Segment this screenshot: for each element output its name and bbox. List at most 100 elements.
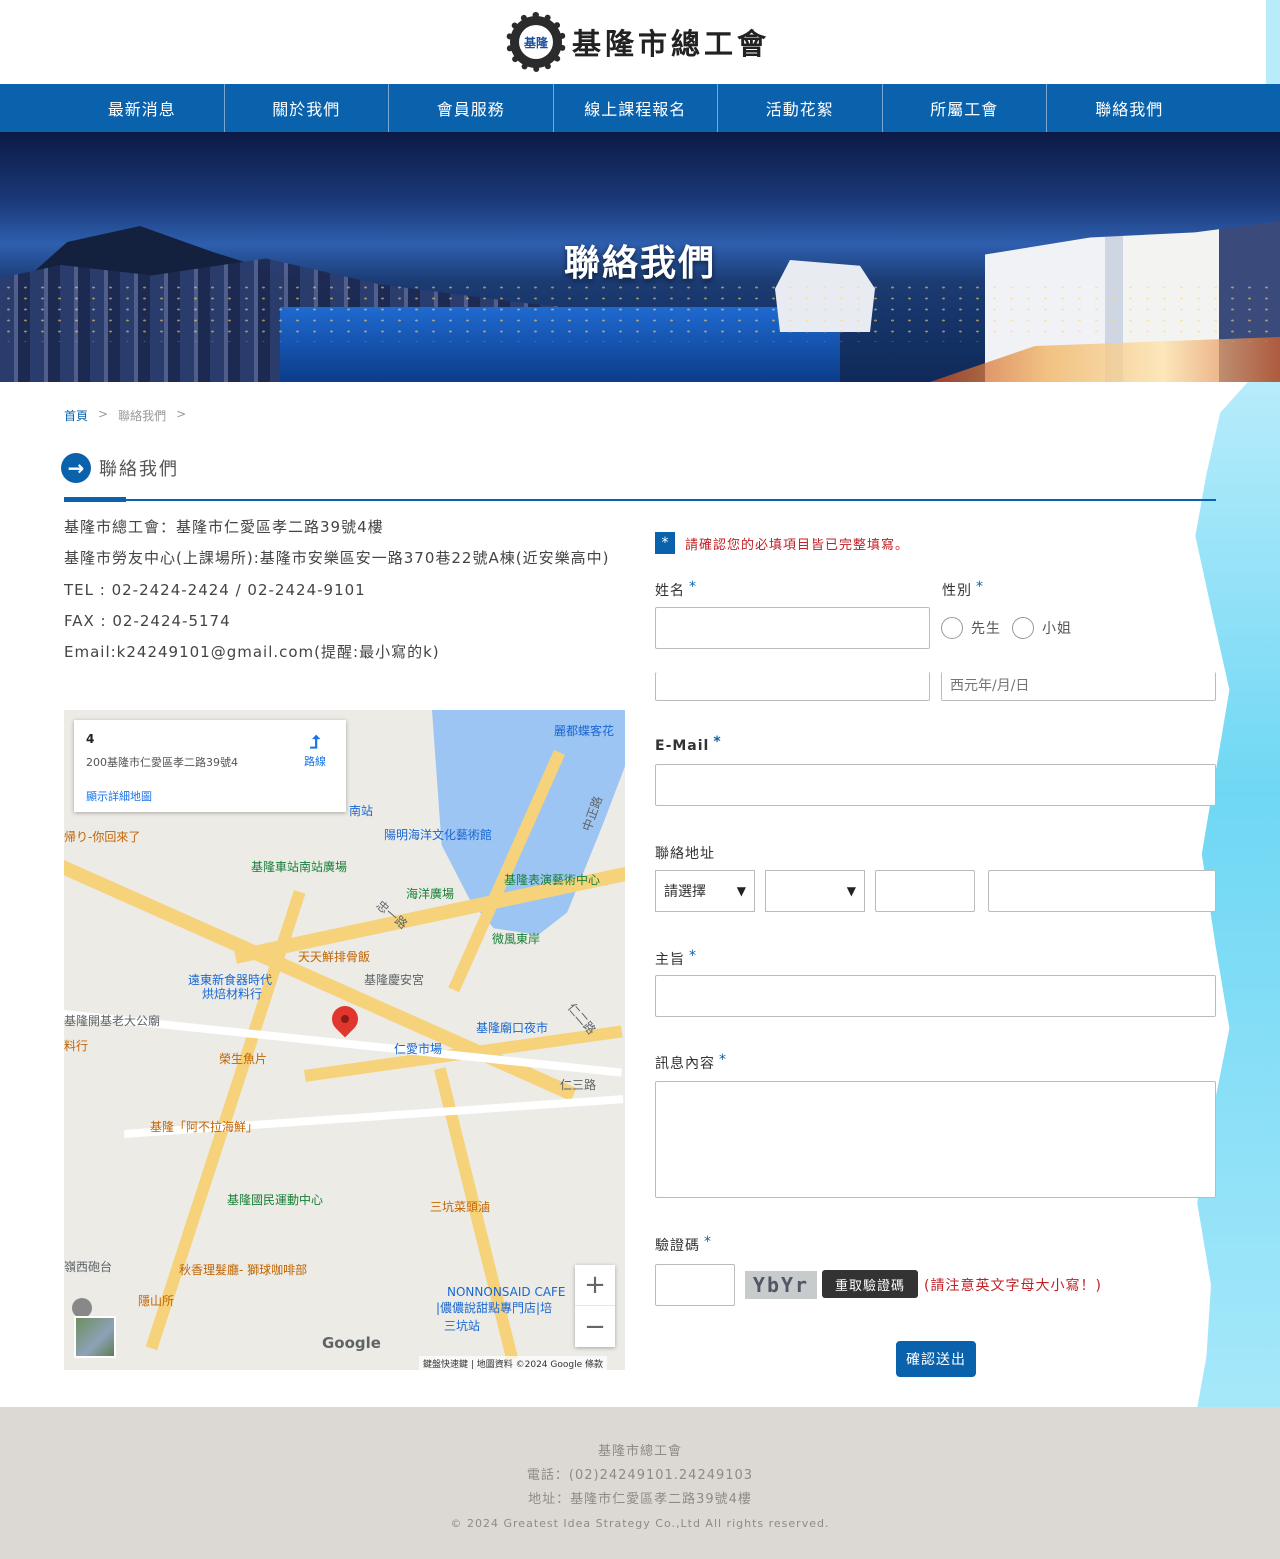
info-tel: TEL : 02-2424-2424 / 02-2424-9101 bbox=[64, 580, 366, 599]
nav-item-news[interactable]: 最新消息 bbox=[60, 84, 225, 132]
site-title[interactable]: 基隆市總工會 bbox=[572, 21, 770, 63]
gender-option-female[interactable]: 小姐 bbox=[1012, 617, 1072, 639]
map-label: 嶺西砲台 bbox=[64, 1260, 113, 1274]
captcha-image: YbYr bbox=[745, 1271, 817, 1299]
nav-item-unions[interactable]: 所屬工會 bbox=[883, 84, 1047, 132]
zoom-in-button[interactable]: + bbox=[575, 1265, 615, 1306]
section-heading: → 聯絡我們 bbox=[61, 453, 179, 483]
footer-address: 地址：基隆市仁愛區孝二路39號4樓 bbox=[528, 1492, 752, 1507]
street-address-field[interactable] bbox=[988, 870, 1216, 912]
map-label: 基隆廟口夜市 bbox=[476, 1021, 549, 1035]
phone-field[interactable] bbox=[655, 672, 930, 701]
captcha-case-note: (請注意英文字母大小寫！) bbox=[924, 1278, 1102, 1294]
map-place-address: 200基隆市仁愛區孝二路39號4 bbox=[86, 756, 238, 769]
nav-item-about[interactable]: 關於我們 bbox=[225, 84, 389, 132]
radio-circle[interactable] bbox=[1012, 617, 1034, 639]
map-place-card: 4 200基隆市仁愛區孝二路39號4 顯示詳細地圖 ⮥ 路線 bbox=[74, 720, 346, 812]
map-label: 榮生魚片 bbox=[219, 1052, 268, 1066]
gender-label: 性別 * bbox=[942, 579, 984, 600]
map-satellite-toggle[interactable] bbox=[74, 1316, 116, 1358]
captcha-field[interactable] bbox=[655, 1264, 735, 1306]
name-label-text: 姓名 bbox=[655, 583, 685, 599]
map-attribution[interactable]: 鍵盤快速鍵 | 地圖資料 ©2024 Google 條款 bbox=[419, 1356, 607, 1370]
street-view-pegman-icon[interactable] bbox=[72, 1298, 92, 1318]
refresh-captcha-button[interactable]: 重取驗證碼 bbox=[822, 1270, 918, 1298]
google-map[interactable]: 4 200基隆市仁愛區孝二路39號4 顯示詳細地圖 ⮥ 路線 麗都蝶客花 南站 … bbox=[64, 710, 625, 1370]
nav-item-gallery[interactable]: 活動花絮 bbox=[718, 84, 883, 132]
map-label: 麗都蝶客花 bbox=[554, 724, 615, 738]
section-divider bbox=[64, 499, 1216, 501]
map-label: |儂儂說甜點專門店|培 bbox=[436, 1301, 553, 1315]
map-detail-link[interactable]: 顯示詳細地圖 bbox=[86, 788, 334, 804]
map-label: 天天鮮排骨飯 bbox=[298, 950, 371, 964]
map-zoom-controls: + − bbox=[575, 1265, 615, 1347]
banner-city-lights bbox=[0, 282, 1280, 342]
email-label: E-Mail * bbox=[655, 734, 722, 754]
message-textarea[interactable] bbox=[655, 1081, 1216, 1198]
required-mark: * bbox=[689, 948, 697, 964]
email-field[interactable] bbox=[655, 764, 1216, 806]
required-notice-text: 請確認您的必填項目皆已完整填寫。 bbox=[685, 537, 910, 553]
gender-option-male[interactable]: 先生 bbox=[941, 617, 1001, 639]
map-label: 基隆開基老大公廟 bbox=[64, 1014, 161, 1028]
gender-option-label: 先生 bbox=[971, 621, 1001, 637]
site-header: 基隆 基隆市總工會 bbox=[0, 0, 1280, 84]
breadcrumb-home[interactable]: 首頁 bbox=[64, 407, 88, 424]
subject-label-text: 主旨 bbox=[655, 952, 685, 968]
map-label: NONNONSAID CAFE bbox=[447, 1285, 566, 1299]
map-label: 烘焙材料行 bbox=[202, 987, 263, 1001]
city-select-value: 請選擇 bbox=[664, 884, 706, 900]
map-directions-button[interactable]: ⮥ 路線 bbox=[298, 732, 332, 769]
required-mark: * bbox=[689, 579, 697, 595]
breadcrumb-separator: > bbox=[98, 407, 109, 421]
zoom-out-button[interactable]: − bbox=[575, 1306, 615, 1347]
directions-icon: ⮥ bbox=[309, 732, 321, 753]
top-wave-decoration bbox=[1266, 0, 1280, 84]
info-center-address: 基隆市勞友中心(上課場所):基隆市安樂區安一路370巷22號A棟(近安樂高中) bbox=[64, 549, 610, 568]
message-label: 訊息內容 * bbox=[655, 1052, 727, 1073]
zipcode-field[interactable] bbox=[875, 870, 975, 912]
breadcrumb-current: 聯絡我們 bbox=[118, 409, 167, 423]
breadcrumb: 首頁 > 聯絡我們 > bbox=[64, 407, 186, 424]
site-footer: 基隆市總工會 電話：(02)24249101.24249103 地址：基隆市仁愛… bbox=[0, 1407, 1280, 1559]
chevron-down-icon: ▼ bbox=[736, 884, 746, 898]
nav-item-course-signup[interactable]: 線上課程報名 bbox=[554, 84, 718, 132]
info-email: Email:k24249101@gmail.com(提醒:最小寫的k) bbox=[64, 643, 440, 661]
map-label: 基隆「阿不拉海鮮」 bbox=[150, 1120, 259, 1134]
name-label: 姓名 * bbox=[655, 579, 697, 600]
logo-gear-icon[interactable]: 基隆 bbox=[505, 12, 566, 72]
captcha-label-text: 驗證碼 bbox=[655, 1238, 700, 1254]
address-label: 聯絡地址 bbox=[655, 846, 715, 862]
map-label: 南站 bbox=[349, 804, 374, 818]
breadcrumb-separator: > bbox=[176, 407, 187, 421]
submit-button[interactable]: 確認送出 bbox=[896, 1341, 976, 1377]
map-label: 三坑菜頭滷 bbox=[430, 1200, 491, 1214]
radio-circle[interactable] bbox=[941, 617, 963, 639]
map-label: 三坑站 bbox=[444, 1319, 481, 1333]
gender-option-label: 小姐 bbox=[1042, 621, 1072, 637]
gender-label-text: 性別 bbox=[942, 583, 972, 599]
hero-banner: 聯絡我們 bbox=[0, 132, 1280, 382]
contact-info: 基隆市總工會：基隆市仁愛區孝二路39號4樓 基隆市勞友中心(上課場所):基隆市安… bbox=[64, 519, 624, 672]
city-select[interactable]: 請選擇 ▼ bbox=[655, 870, 755, 912]
email-label-text: E-Mail bbox=[655, 738, 710, 754]
district-select[interactable]: ▼ bbox=[765, 870, 865, 912]
map-place-title: 4 bbox=[86, 732, 95, 746]
map-directions-label: 路線 bbox=[304, 755, 326, 768]
required-star-icon: * bbox=[655, 532, 675, 554]
birthday-field[interactable] bbox=[941, 672, 1216, 701]
required-mark: * bbox=[704, 1234, 712, 1250]
name-field[interactable] bbox=[655, 607, 930, 649]
map-label: 料行 bbox=[64, 1039, 89, 1053]
map-label: 陽明海洋文化藝術館 bbox=[384, 828, 493, 842]
banner-light-trails bbox=[930, 337, 1280, 382]
footer-copyright: © 2024 Greatest Idea Strategy Co.,Ltd Al… bbox=[450, 1517, 830, 1530]
subject-field[interactable] bbox=[655, 975, 1216, 1017]
nav-item-contact[interactable]: 聯絡我們 bbox=[1047, 84, 1212, 132]
google-logo: Google bbox=[322, 1334, 381, 1352]
section-title: 聯絡我們 bbox=[99, 459, 179, 480]
arrow-right-icon: → bbox=[61, 453, 91, 483]
nav-item-member-services[interactable]: 會員服務 bbox=[389, 84, 554, 132]
info-fax: FAX : 02-2424-5174 bbox=[64, 611, 231, 630]
logo-badge: 基隆 bbox=[518, 25, 553, 59]
